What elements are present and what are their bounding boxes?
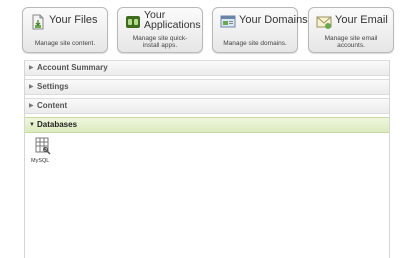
your-email-title: Your Email [335,14,388,26]
your-files-title: Your Files [49,14,98,26]
your-email-tile[interactable]: Your Email Manage site email accounts. [308,7,394,53]
section-content[interactable]: ▶ Content [25,98,389,114]
your-domains-desc: Manage site domains. [223,40,287,47]
section-label: Content [37,101,68,110]
email-icon [316,16,332,29]
mysql-database-item[interactable]: MySQL [31,137,55,167]
your-email-desc: Manage site email accounts. [324,35,378,49]
your-domains-tile[interactable]: Your Domains Manage site domains. [212,7,308,53]
your-applications-tile[interactable]: Your Applications Manage site quick-inst… [117,7,203,53]
your-applications-title: Your Applications [144,9,201,31]
section-databases[interactable]: ▼ Databases [25,117,389,133]
section-settings[interactable]: ▶ Settings [25,79,389,95]
your-files-tile[interactable]: Your Files Manage site content. [22,7,108,53]
chevron-right-icon: ▶ [29,84,34,90]
chevron-right-icon: ▶ [29,103,34,109]
your-applications-desc: Manage site quick-install apps. [132,35,188,49]
section-label: Account Summary [37,63,108,72]
mysql-label: MySQL [31,158,50,164]
applications-icon [126,16,140,28]
files-icon [32,14,44,30]
section-label: Settings [37,82,69,91]
section-label: Databases [37,120,78,129]
domains-icon [220,15,236,28]
sections-panel: ▶ Account Summary ▶ Settings ▶ Content ▼… [24,60,390,258]
your-domains-title: Your Domains [239,14,308,26]
chevron-right-icon: ▶ [29,65,34,71]
mysql-icon [35,137,51,155]
chevron-down-icon: ▼ [29,122,35,128]
section-account-summary[interactable]: ▶ Account Summary [25,60,389,76]
shortcut-tiles: Your Files Manage site content. Your App… [22,7,394,55]
your-files-desc: Manage site content. [34,40,96,47]
